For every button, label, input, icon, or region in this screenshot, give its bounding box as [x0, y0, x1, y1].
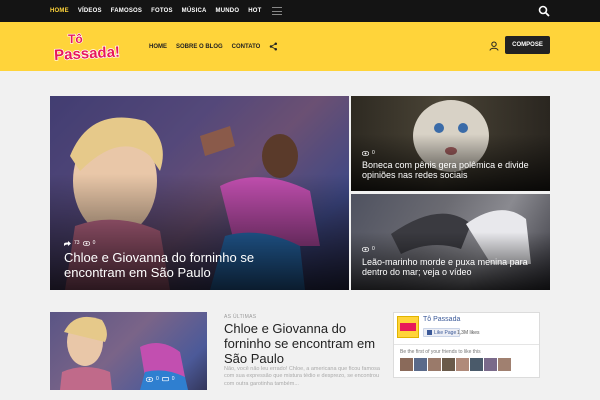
share-count-icon: [64, 240, 71, 246]
side2-meta: 0: [362, 246, 375, 252]
menu-icon[interactable]: [272, 7, 283, 15]
featured-card-boneca[interactable]: 0 Boneca com pênis gera polêmica e divid…: [351, 96, 550, 191]
friend-avatar[interactable]: [428, 358, 441, 371]
topnav-hot[interactable]: HOT: [248, 8, 261, 14]
fb-page-name[interactable]: Tô Passada: [423, 316, 460, 323]
topnav-home[interactable]: HOME: [50, 8, 69, 14]
side1-view-count: 0: [372, 150, 375, 156]
header: Tô Passada! HOME SOBRE O BLOG CONTATO CO…: [0, 22, 600, 71]
friend-avatar[interactable]: [498, 358, 511, 371]
side2-title[interactable]: Leão-marinho morde e puxa menina para de…: [362, 257, 542, 278]
topnav-videos[interactable]: VÍDEOS: [78, 8, 102, 14]
hero-meta: 73 0: [64, 240, 95, 246]
comment-icon: [161, 376, 169, 381]
hero-title[interactable]: Chloe e Giovanna do forninho se encontra…: [64, 250, 289, 281]
latest-meta: 0 0: [146, 376, 175, 382]
main-nav: HOME SOBRE O BLOG CONTATO: [149, 22, 278, 71]
side2-view-count: 0: [372, 246, 375, 252]
featured-card-leao-marinho[interactable]: 0 Leão-marinho morde e puxa menina para …: [351, 194, 550, 290]
latest-view-count: 0: [156, 376, 159, 382]
topnav-musica[interactable]: MÚSICA: [182, 8, 207, 14]
top-bar: HOME VÍDEOS FAMOSOS FOTOS MÚSICA MUNDO H…: [0, 0, 600, 22]
search-icon[interactable]: [538, 5, 550, 17]
fb-page-logo[interactable]: [397, 316, 419, 338]
latest-image-art: [60, 316, 188, 390]
latest-post-title[interactable]: Chloe e Giovanna do forninho se encontra…: [224, 321, 384, 367]
fb-like-label: Like Page: [434, 329, 457, 336]
latest-section-label: AS ÚLTIMAS: [224, 314, 257, 320]
hero-view-count: 0: [92, 240, 96, 246]
fb-divider: [394, 344, 539, 345]
side1-meta: 0: [362, 150, 375, 156]
friend-avatar[interactable]: [484, 358, 497, 371]
svg-text:Tô: Tô: [68, 32, 83, 46]
nav-contato[interactable]: CONTATO: [232, 44, 261, 50]
friend-avatar[interactable]: [456, 358, 469, 371]
fb-like-button[interactable]: Like Page: [423, 328, 461, 337]
friend-avatar[interactable]: [470, 358, 483, 371]
latest-post-excerpt: Não, você não leu errado! Chloe, a ameri…: [224, 366, 380, 387]
fb-logo-art: [400, 323, 416, 331]
eye-icon: [362, 246, 369, 252]
side1-title[interactable]: Boneca com pênis gera polêmica e divide …: [362, 160, 542, 181]
compose-button[interactable]: COMPOSE: [505, 36, 550, 54]
topnav-mundo[interactable]: MUNDO: [216, 8, 240, 14]
latest-post-image[interactable]: 0 0: [50, 312, 207, 390]
fb-friends-text: Be the first of your friends to like thi…: [400, 349, 481, 355]
top-nav: HOME VÍDEOS FAMOSOS FOTOS MÚSICA MUNDO H…: [50, 0, 283, 22]
facebook-page-widget: Tô Passada Like Page 1,3M likes Be the f…: [393, 312, 540, 378]
fb-friend-faces: [400, 358, 511, 371]
nav-home[interactable]: HOME: [149, 44, 167, 50]
share-icon[interactable]: [269, 42, 278, 51]
friend-avatar[interactable]: [400, 358, 413, 371]
eye-icon: [82, 240, 90, 246]
nav-sobre-o-blog[interactable]: SOBRE O BLOG: [176, 44, 223, 50]
svg-text:Passada!: Passada!: [54, 44, 121, 62]
latest-comment-count: 0: [171, 376, 175, 382]
eye-icon: [362, 150, 369, 156]
user-icon[interactable]: [489, 41, 499, 51]
facebook-icon: [427, 330, 432, 335]
friend-avatar[interactable]: [442, 358, 455, 371]
friend-avatar[interactable]: [414, 358, 427, 371]
topnav-famosos[interactable]: FAMOSOS: [111, 8, 142, 14]
hero-share-count: 73: [74, 240, 80, 246]
fb-like-count: 1,3M likes: [457, 330, 480, 336]
topnav-fotos[interactable]: FOTOS: [151, 8, 173, 14]
eye-icon: [146, 376, 153, 382]
featured-hero-card[interactable]: 73 0 Chloe e Giovanna do forninho se enc…: [50, 96, 349, 290]
site-logo[interactable]: Tô Passada!: [53, 30, 135, 62]
